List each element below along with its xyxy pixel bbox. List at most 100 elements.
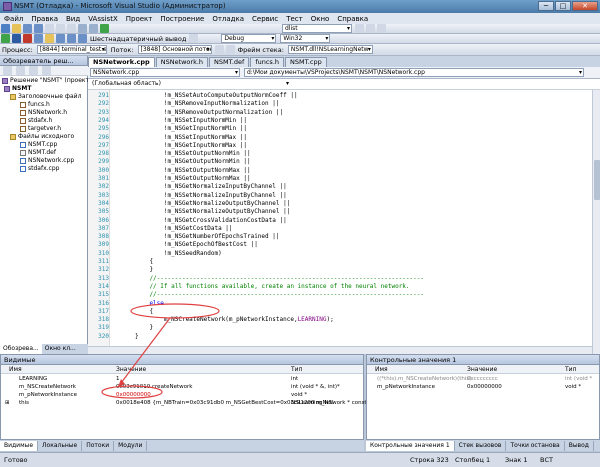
copy-icon[interactable]: [56, 24, 65, 33]
continue-icon[interactable]: [1, 34, 10, 43]
menu-vassistx[interactable]: VAssistX: [84, 15, 122, 23]
show-next-statement-icon[interactable]: [45, 34, 54, 43]
tab-autos[interactable]: Видимые: [0, 440, 39, 451]
menu-tools[interactable]: Сервис: [248, 15, 282, 23]
hex-display-toggle[interactable]: Шестнадцатеричный вывод: [90, 35, 186, 43]
menu-window[interactable]: Окно: [307, 15, 334, 23]
line-number: 318: [98, 316, 109, 324]
cut-icon[interactable]: [45, 24, 54, 33]
tab-nsmt-cpp[interactable]: NSMT.cpp: [285, 57, 327, 67]
tab-nsnetwork-h[interactable]: NSNetwork.h: [155, 57, 209, 67]
save-all-icon[interactable]: [34, 24, 43, 33]
tab-threads[interactable]: Потоки: [82, 440, 115, 451]
tab-modules[interactable]: Модули: [114, 440, 148, 451]
code-line: 305 !m_NSSetNormalizeOutputByChannel ||: [88, 208, 600, 216]
table-row[interactable]: m_pNetworkInstance 0x00000000 void *: [367, 383, 599, 391]
tree-folder-headers[interactable]: Заголовочные файл: [10, 93, 81, 100]
step-over-icon[interactable]: [67, 34, 76, 43]
tab-breakpoints[interactable]: Точки останова: [506, 440, 565, 451]
undo-icon[interactable]: [78, 24, 87, 33]
thread-combo[interactable]: [3848] Основной поток: [137, 45, 212, 54]
view-class-diagram-icon[interactable]: [42, 66, 51, 75]
vertical-scrollbar[interactable]: [592, 90, 600, 354]
stack-frame-combo[interactable]: NSMT.dll!NSLearningNetw: [287, 45, 373, 54]
step-out-icon[interactable]: [78, 34, 87, 43]
maximize-button[interactable]: □: [555, 1, 571, 11]
restart-icon[interactable]: [34, 34, 43, 43]
tree-file[interactable]: funcs.h: [20, 101, 50, 108]
tab-class-view[interactable]: Окно кл...: [42, 344, 79, 354]
tree-file[interactable]: targetver.h: [20, 125, 61, 132]
flag-icon[interactable]: [214, 45, 224, 54]
menu-project[interactable]: Проект: [122, 15, 157, 23]
tab-solution-explorer[interactable]: Обозрева...: [0, 344, 42, 354]
platform-combo[interactable]: Win32: [280, 34, 331, 43]
menu-build[interactable]: Построение: [156, 15, 208, 23]
redo-icon[interactable]: [89, 24, 98, 33]
configuration-combo[interactable]: Debug: [221, 34, 277, 43]
expand-icon[interactable]: ⊞: [5, 399, 10, 407]
tree-file[interactable]: stdafx.cpp: [20, 165, 59, 172]
menu-test[interactable]: Тест: [282, 15, 307, 23]
find-combo[interactable]: dlist: [282, 24, 352, 33]
autos-header: Имя Значение Тип: [1, 365, 363, 374]
code-line: 303 !m_NSSetNormalizeInputByChannel ||: [88, 192, 600, 200]
table-row[interactable]: ((*this).m_NSCreateNetwork)(this) 0xcccc…: [367, 375, 599, 383]
table-row[interactable]: LEARNING 1 int: [1, 375, 363, 383]
pause-icon[interactable]: [12, 34, 21, 43]
code-editor[interactable]: 291 !m_NSSetAutoComputeOutputNormCoeff |…: [88, 90, 600, 354]
tree-file[interactable]: NSMT.def: [20, 149, 56, 156]
path-combo[interactable]: d:\Мои документы\VSProjects\NSMT\NSMT\NS…: [244, 68, 584, 77]
horizontal-scrollbar[interactable]: [88, 346, 592, 354]
tab-funcs-h[interactable]: funcs.h: [250, 57, 285, 67]
tab-call-stack[interactable]: Стек вызовов: [455, 440, 507, 451]
filter-icon[interactable]: [225, 45, 235, 54]
minimize-button[interactable]: ─: [538, 1, 554, 11]
properties-icon[interactable]: [3, 66, 12, 75]
menu-edit[interactable]: Правка: [27, 15, 62, 23]
file-combo[interactable]: NSNetwork.cpp: [90, 68, 240, 77]
code-text: !m_NSSetOutputNormMin ||: [135, 150, 251, 158]
tab-output[interactable]: Вывод: [565, 440, 594, 451]
table-row[interactable]: m_pNetworkInstance 0x00000000 void *: [1, 391, 363, 399]
menu-help[interactable]: Справка: [333, 15, 372, 23]
properties-icon[interactable]: [366, 24, 375, 33]
tab-watch1[interactable]: Контрольные значения 1: [366, 440, 455, 451]
tree-project[interactable]: NSMT: [4, 85, 31, 92]
tab-nsnetwork-cpp[interactable]: NSNetwork.cpp: [88, 57, 155, 67]
tab-nsmt-def[interactable]: NSMT.def: [209, 57, 250, 67]
watch-title: Контрольные значения 1: [367, 355, 599, 365]
tree-file[interactable]: NSNetwork.h: [20, 109, 67, 116]
paste-icon[interactable]: [67, 24, 76, 33]
close-button[interactable]: ✕: [572, 1, 598, 11]
table-row[interactable]: ⊞ this 0x0018e408 {m_NBTrain=0x03c91db0 …: [1, 399, 367, 407]
tree-file[interactable]: NSMT.cpp: [20, 141, 57, 148]
tab-locals[interactable]: Локальные: [38, 440, 83, 451]
header-file-icon: [20, 101, 26, 108]
tree-solution[interactable]: Решение "NSMT" (проект: [2, 77, 89, 84]
menu-debug[interactable]: Отладка: [208, 15, 248, 23]
tree-folder-sources[interactable]: Файлы исходного: [10, 133, 74, 140]
process-combo[interactable]: [8844] terminal_test.exe: [36, 45, 107, 54]
tree-file[interactable]: NSNetwork.cpp: [20, 157, 74, 164]
menu-file[interactable]: Файл: [0, 15, 27, 23]
table-row[interactable]: m_NSCreateNetwork 0x03c91010 createNetwo…: [1, 383, 363, 391]
show-all-files-icon[interactable]: [16, 66, 25, 75]
code-text: !m_NSGetOutputNormMax ||: [135, 175, 251, 182]
start-debug-icon[interactable]: [100, 24, 109, 33]
step-into-icon[interactable]: [56, 34, 65, 43]
refresh-icon[interactable]: [29, 66, 38, 75]
menu-view[interactable]: Вид: [62, 15, 84, 23]
open-folder-icon[interactable]: [12, 24, 21, 33]
scope-combo[interactable]: (Глобальная область): [90, 79, 290, 89]
tree-file[interactable]: stdafx.h: [20, 117, 52, 124]
header-file-icon: [20, 109, 26, 116]
menu-bar: Файл Правка Вид VAssistX Проект Построен…: [0, 13, 600, 24]
code-text: !m_NSGetCostData ||: [135, 224, 233, 232]
stop-icon[interactable]: [23, 34, 32, 43]
save-icon[interactable]: [23, 24, 32, 33]
windows-icon[interactable]: [189, 34, 199, 43]
toolbox-icon[interactable]: [377, 24, 386, 33]
find-icon[interactable]: [355, 24, 364, 33]
new-project-icon[interactable]: [1, 24, 10, 33]
